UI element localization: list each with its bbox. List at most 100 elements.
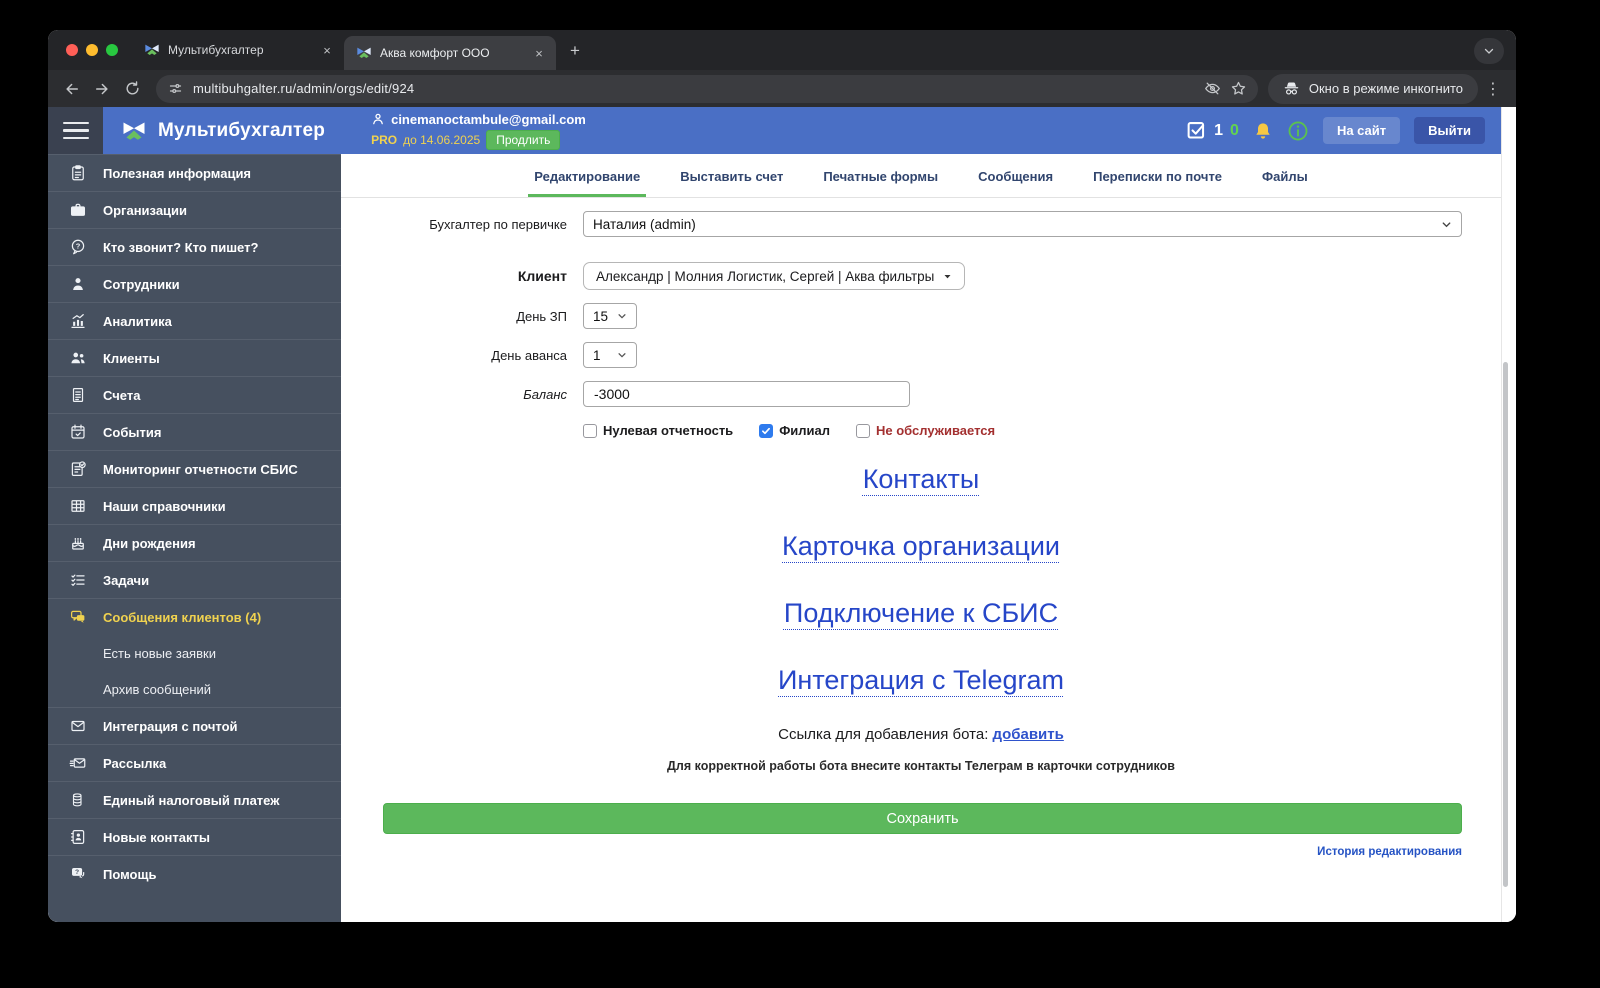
sidebar-item-client-messages[interactable]: Сообщения клиентов (4) [48,598,341,635]
window-controls [48,30,132,70]
cake-icon [68,534,88,552]
tab-editing[interactable]: Редактирование [514,154,660,197]
tab-mail-correspondence[interactable]: Переписки по почте [1073,154,1242,197]
contacts-link[interactable]: Контакты [863,464,980,495]
reload-button[interactable] [118,75,146,103]
arrow-left-icon [66,83,78,94]
balance-input[interactable] [583,381,910,407]
tab-search-button[interactable] [1474,38,1504,64]
incognito-icon [1284,82,1299,95]
add-bot-link[interactable]: добавить [993,726,1064,743]
checkbox-unchecked-icon [856,423,871,438]
renew-plan-button[interactable]: Продлить [486,129,561,150]
sidebar-item-birthdays[interactable]: Дни рождения [48,524,341,561]
sidebar-item-useful-info[interactable]: Полезная информация [48,154,341,191]
tab-messages[interactable]: Сообщения [958,154,1073,197]
password-hidden-button[interactable] [1200,76,1226,102]
sidebar-item-mail-integration[interactable]: Интеграция с почтой [48,707,341,744]
bot-note: Для корректной работы бота внесите конта… [667,759,1175,773]
chevron-down-icon [1484,48,1494,54]
url-text: multibuhgalter.ru/admin/orgs/edit/924 [193,81,415,96]
salary-day-label: День ЗП [516,308,567,324]
salary-day-select[interactable]: 15 [583,303,637,329]
sidebar-item-employees[interactable]: Сотрудники [48,265,341,302]
zero-reporting-checkbox[interactable]: Нулевая отчетность [583,423,733,438]
sidebar-toggle-button[interactable] [48,107,103,154]
counter-secondary: 0 [1230,121,1239,139]
sidebar-item-events[interactable]: События [48,413,341,450]
notifications-bell-icon[interactable] [1253,121,1273,141]
close-tab-icon[interactable]: × [318,41,336,59]
favicon-butterfly-icon [356,45,372,61]
advance-day-select[interactable]: 1 [583,342,637,368]
tasks-counter[interactable]: 1 0 [1186,120,1239,141]
sidebar-item-single-tax-payment[interactable]: Единый налоговый платеж [48,781,341,818]
invoice-icon [68,386,88,404]
sidebar-item-clients[interactable]: Клиенты [48,339,341,376]
chevron-down-icon [1442,221,1451,227]
scrollbar-thumb[interactable] [1503,362,1508,887]
minimize-window-button[interactable] [86,44,98,56]
user-email: cinemanoctambule@gmail.com [391,111,586,127]
close-tab-icon[interactable]: × [530,44,548,62]
people-icon [68,349,88,367]
sidebar-item-sbis-monitoring[interactable]: Мониторинг отчетности СБИС [48,450,341,487]
main-content: Редактирование Выставить счет Печатные ф… [341,154,1501,922]
back-button[interactable] [58,75,86,103]
sbis-connection-link[interactable]: Подключение к СБИС [784,598,1058,629]
sidebar-item-analytics[interactable]: Аналитика [48,302,341,339]
address-bar[interactable]: multibuhgalter.ru/admin/orgs/edit/924 [156,74,1258,103]
maximize-window-button[interactable] [106,44,118,56]
save-button[interactable]: Сохранить [383,803,1462,834]
edit-history-link[interactable]: История редактирования [1317,846,1462,858]
browser-tab-akva-komfort[interactable]: Аква комфорт ООО × [344,36,556,70]
tab-title: Аква комфорт ООО [380,46,490,60]
branch-checkbox[interactable]: Филиал [759,423,830,438]
browser-menu-button[interactable]: ⋮ [1480,76,1506,102]
browser-tab-multibuhgalter[interactable]: Мультибухгалтер × [132,30,344,70]
not-serviced-checkbox[interactable]: Не обслуживается [856,423,995,438]
forward-button[interactable] [88,75,116,103]
tab-issue-invoice[interactable]: Выставить счет [660,154,803,197]
sidebar-item-invoices[interactable]: Счета [48,376,341,413]
report-check-icon [68,460,88,478]
telegram-integration-link[interactable]: Интеграция с Telegram [778,665,1064,696]
client-multiselect[interactable]: Александр | Молния Логистик, Сергей | Ак… [583,262,966,290]
info-icon[interactable] [1287,120,1309,142]
incognito-badge: Окно в режиме инкогнито [1267,73,1478,104]
browser-tab-strip: Мультибухгалтер × Аква комфорт ООО × + [48,30,1516,70]
sidebar-item-organizations[interactable]: Организации [48,191,341,228]
content-tabs: Редактирование Выставить счет Печатные ф… [341,154,1501,198]
butterfly-logo-icon [123,122,145,140]
sidebar-item-newsletter[interactable]: Рассылка [48,744,341,781]
plan-badge: PRO [371,132,398,147]
app-brand[interactable]: Мультибухгалтер [120,119,325,143]
logout-button[interactable]: Выйти [1414,117,1485,144]
bookmark-button[interactable] [1226,76,1252,102]
header-actions: 1 0 На сайт Выйти [1186,117,1501,144]
favicon-butterfly-icon [144,42,160,58]
go-to-site-button[interactable]: На сайт [1322,117,1401,144]
web-page: Мультибухгалтер cinemanoctambule@gmail.c… [48,107,1516,922]
chevron-down-icon [618,314,626,319]
advance-day-label: День аванса [491,347,567,363]
app-header: Мультибухгалтер cinemanoctambule@gmail.c… [48,107,1501,154]
close-window-button[interactable] [66,44,78,56]
sidebar-item-help[interactable]: ? Помощь [48,855,341,892]
page-scrollbar[interactable] [1501,107,1516,922]
mail-send-icon [68,754,88,772]
organization-card-link[interactable]: Карточка организации [782,531,1060,562]
sidebar-subitem-new-requests[interactable]: Есть новые заявки [48,635,341,671]
sidebar-item-who-calls[interactable]: ? Кто звонит? Кто пишет? [48,228,341,265]
incognito-label: Окно в режиме инкогнито [1308,81,1463,96]
tab-files[interactable]: Файлы [1242,154,1328,197]
accountant-select[interactable]: Наталия (admin) [583,211,1462,237]
reload-icon [125,81,139,95]
sidebar-item-tasks[interactable]: Задачи [48,561,341,598]
sidebar-item-new-contacts[interactable]: Новые контакты [48,818,341,855]
sidebar-item-directories[interactable]: Наши справочники [48,487,341,524]
tab-print-forms[interactable]: Печатные формы [803,154,958,197]
new-tab-button[interactable]: + [562,38,588,64]
person-icon [68,275,88,293]
sidebar-subitem-message-archive[interactable]: Архив сообщений [48,671,341,707]
